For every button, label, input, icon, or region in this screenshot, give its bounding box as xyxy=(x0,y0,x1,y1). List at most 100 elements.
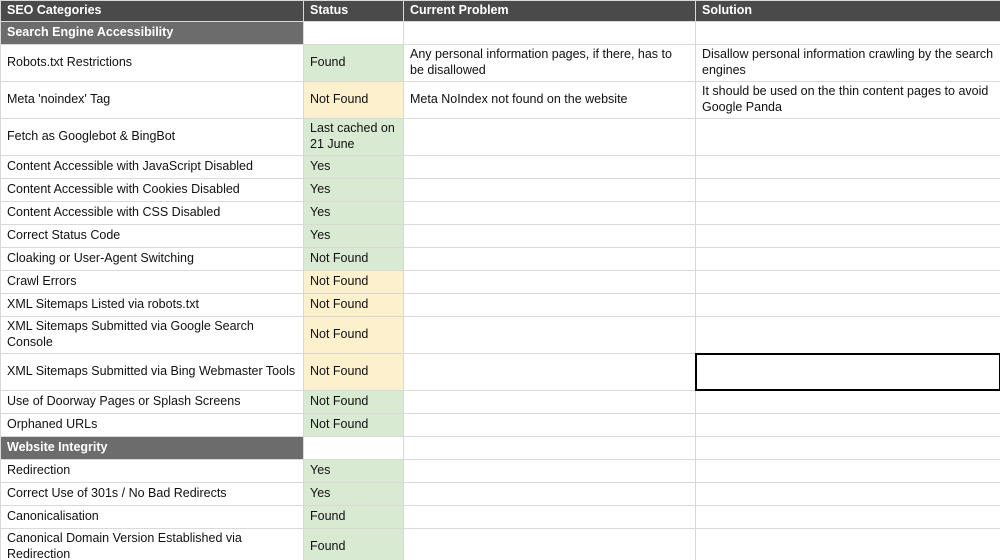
cell-status[interactable]: Not Found xyxy=(304,248,404,271)
cell[interactable] xyxy=(404,437,696,460)
cell-problem[interactable] xyxy=(404,202,696,225)
row-js: Content Accessible with JavaScript Disab… xyxy=(1,156,1000,179)
cell-category[interactable]: Canonicalisation xyxy=(1,506,304,529)
cell-status[interactable]: Yes xyxy=(304,483,404,506)
row-canondom: Canonical Domain Version Established via… xyxy=(1,529,1000,560)
row-statuscode: Correct Status Code Yes xyxy=(1,225,1000,248)
cell-category[interactable]: Meta 'noindex' Tag xyxy=(1,82,304,119)
cell-problem[interactable] xyxy=(404,506,696,529)
cell-problem[interactable]: Meta NoIndex not found on the website xyxy=(404,82,696,119)
cell-problem[interactable] xyxy=(404,119,696,156)
cell-solution[interactable] xyxy=(696,506,1000,529)
cell-solution[interactable] xyxy=(696,202,1000,225)
row-robots: Robots.txt Restrictions Found Any person… xyxy=(1,45,1000,82)
cell-problem[interactable] xyxy=(404,460,696,483)
cell-solution[interactable] xyxy=(696,119,1000,156)
cell-category[interactable]: Content Accessible with Cookies Disabled xyxy=(1,179,304,202)
cell-category[interactable]: Robots.txt Restrictions xyxy=(1,45,304,82)
cell-status[interactable]: Found xyxy=(304,506,404,529)
section-label: Search Engine Accessibility xyxy=(1,22,304,45)
cell-solution[interactable] xyxy=(696,225,1000,248)
cell-category[interactable]: XML Sitemaps Listed via robots.txt xyxy=(1,294,304,317)
cell-category[interactable]: Canonical Domain Version Established via… xyxy=(1,529,304,560)
cell-solution-selected[interactable] xyxy=(696,354,1000,391)
cell-problem[interactable] xyxy=(404,354,696,391)
cell-solution[interactable] xyxy=(696,294,1000,317)
cell[interactable] xyxy=(304,22,404,45)
cell-status[interactable]: Not Found xyxy=(304,414,404,437)
cell-status[interactable]: Found xyxy=(304,45,404,82)
cell-solution[interactable] xyxy=(696,248,1000,271)
row-xmlrobots: XML Sitemaps Listed via robots.txt Not F… xyxy=(1,294,1000,317)
cell-status[interactable]: Not Found xyxy=(304,317,404,354)
cell-status[interactable]: Not Found xyxy=(304,271,404,294)
section-website-integrity: Website Integrity xyxy=(1,437,1000,460)
cell-problem[interactable] xyxy=(404,483,696,506)
cell-problem[interactable] xyxy=(404,414,696,437)
cell[interactable] xyxy=(696,437,1000,460)
spreadsheet-view: SEO Categories Status Current Problem So… xyxy=(0,0,1000,560)
row-orphan: Orphaned URLs Not Found xyxy=(1,414,1000,437)
cell-status[interactable]: Not Found xyxy=(304,82,404,119)
cell-status[interactable]: Yes xyxy=(304,179,404,202)
cell-solution[interactable] xyxy=(696,460,1000,483)
cell-solution[interactable]: Disallow personal information crawling b… xyxy=(696,45,1000,82)
cell-solution[interactable] xyxy=(696,529,1000,560)
cell-status[interactable]: Yes xyxy=(304,202,404,225)
cell[interactable] xyxy=(404,22,696,45)
header-row: SEO Categories Status Current Problem So… xyxy=(1,1,1000,22)
cell-category[interactable]: Fetch as Googlebot & BingBot xyxy=(1,119,304,156)
cell[interactable] xyxy=(696,22,1000,45)
cell-solution[interactable]: It should be used on the thin content pa… xyxy=(696,82,1000,119)
row-noindex: Meta 'noindex' Tag Not Found Meta NoInde… xyxy=(1,82,1000,119)
cell-category[interactable]: Crawl Errors xyxy=(1,271,304,294)
row-xmlgsc: XML Sitemaps Submitted via Google Search… xyxy=(1,317,1000,354)
cell-problem[interactable] xyxy=(404,156,696,179)
cell-category[interactable]: Orphaned URLs xyxy=(1,414,304,437)
cell-problem[interactable] xyxy=(404,294,696,317)
section-label: Website Integrity xyxy=(1,437,304,460)
cell-problem[interactable] xyxy=(404,529,696,560)
cell-problem[interactable] xyxy=(404,179,696,202)
cell-category[interactable]: XML Sitemaps Submitted via Google Search… xyxy=(1,317,304,354)
seo-audit-table: SEO Categories Status Current Problem So… xyxy=(0,0,1000,560)
cell-problem[interactable] xyxy=(404,271,696,294)
cell-solution[interactable] xyxy=(696,483,1000,506)
row-crawl: Crawl Errors Not Found xyxy=(1,271,1000,294)
cell[interactable] xyxy=(304,437,404,460)
row-fetch: Fetch as Googlebot & BingBot Last cached… xyxy=(1,119,1000,156)
cell-solution[interactable] xyxy=(696,156,1000,179)
cell-status[interactable]: Not Found xyxy=(304,294,404,317)
cell-category[interactable]: Content Accessible with JavaScript Disab… xyxy=(1,156,304,179)
cell-solution[interactable] xyxy=(696,317,1000,354)
cell-problem[interactable]: Any personal information pages, if there… xyxy=(404,45,696,82)
cell-status[interactable]: Not Found xyxy=(304,354,404,391)
cell-status[interactable]: Yes xyxy=(304,460,404,483)
header-problem: Current Problem xyxy=(404,1,696,22)
cell-category[interactable]: XML Sitemaps Submitted via Bing Webmaste… xyxy=(1,354,304,391)
cell-category[interactable]: Redirection xyxy=(1,460,304,483)
cell-category[interactable]: Correct Use of 301s / No Bad Redirects xyxy=(1,483,304,506)
row-canon: Canonicalisation Found xyxy=(1,506,1000,529)
cell-problem[interactable] xyxy=(404,391,696,414)
cell-solution[interactable] xyxy=(696,179,1000,202)
cell-category[interactable]: Cloaking or User-Agent Switching xyxy=(1,248,304,271)
row-doorway: Use of Doorway Pages or Splash Screens N… xyxy=(1,391,1000,414)
cell-solution[interactable] xyxy=(696,271,1000,294)
cell-solution[interactable] xyxy=(696,391,1000,414)
cell-status[interactable]: Last cached on 21 June xyxy=(304,119,404,156)
cell-problem[interactable] xyxy=(404,317,696,354)
cell-solution[interactable] xyxy=(696,414,1000,437)
cell-problem[interactable] xyxy=(404,225,696,248)
cell-problem[interactable] xyxy=(404,248,696,271)
row-css: Content Accessible with CSS Disabled Yes xyxy=(1,202,1000,225)
cell-category[interactable]: Correct Status Code xyxy=(1,225,304,248)
cell-status[interactable]: Yes xyxy=(304,225,404,248)
cell-status[interactable]: Yes xyxy=(304,156,404,179)
cell-status[interactable]: Found xyxy=(304,529,404,560)
row-cookies: Content Accessible with Cookies Disabled… xyxy=(1,179,1000,202)
cell-category[interactable]: Content Accessible with CSS Disabled xyxy=(1,202,304,225)
row-redirect: Redirection Yes xyxy=(1,460,1000,483)
cell-category[interactable]: Use of Doorway Pages or Splash Screens xyxy=(1,391,304,414)
cell-status[interactable]: Not Found xyxy=(304,391,404,414)
